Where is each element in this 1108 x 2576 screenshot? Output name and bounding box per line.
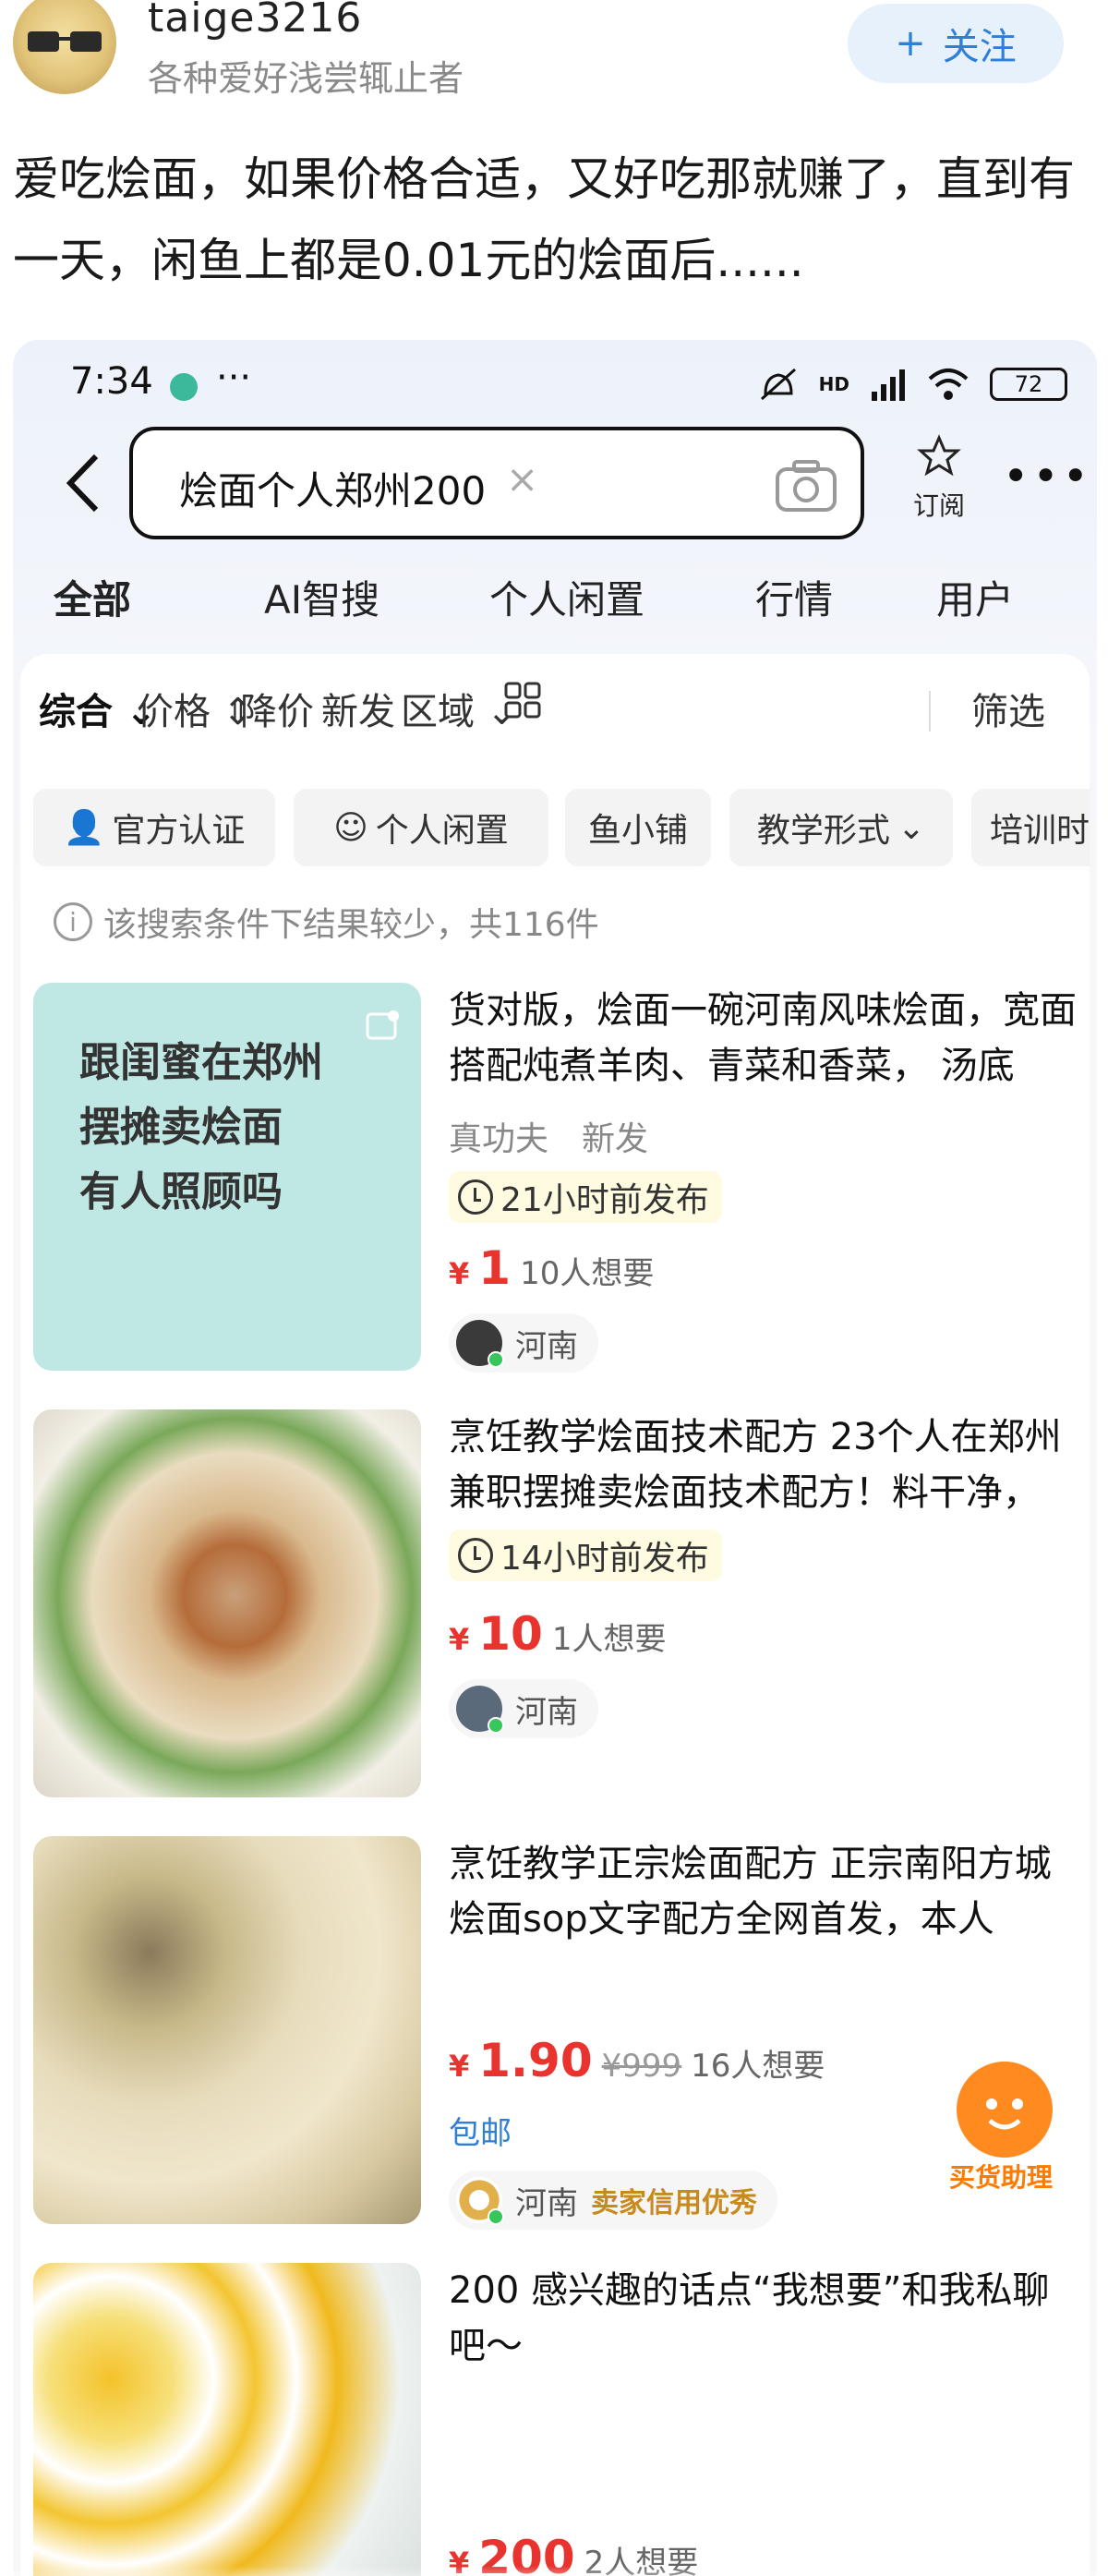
follow-button[interactable]: + 关注	[848, 4, 1064, 83]
wifi-icon	[928, 369, 969, 400]
status-more: ···	[216, 357, 252, 399]
thumb-caption: 跟闺蜜在郑州 摆摊卖烩面 有人照顾吗	[79, 1039, 323, 1215]
time-badge: 14小时前发布	[449, 1530, 722, 1581]
avatar[interactable]	[13, 0, 116, 94]
tab-bar: 全部 AI智搜 个人闲置 行情 用户	[13, 560, 1097, 643]
price-row: ¥10 1人想要	[449, 1607, 667, 1661]
mute-icon	[760, 368, 796, 401]
subscribe-button[interactable]: 订阅	[897, 434, 981, 523]
item-title: 货对版，烩面一碗河南风味烩面，宽面搭配炖煮羊肉、青菜和香菜， 汤底	[449, 989, 1077, 1087]
clear-icon[interactable]: ×	[506, 456, 538, 502]
status-icons: HD 72	[758, 366, 1067, 403]
price-row: ¥1.90 ¥999 16人想要	[449, 2034, 825, 2087]
seller-avatar	[456, 2177, 504, 2225]
results-panel: 综合 ⌄ 价格 ⇕ 降价 新发 区域 ⌄ 筛选 👤 官方认证 ☺ 个人闲置 鱼小铺 …	[20, 654, 1090, 2576]
sort-price-drop[interactable]: 降价	[240, 682, 314, 735]
signal-icon	[872, 369, 905, 401]
item-price: 1.90	[478, 2034, 593, 2087]
tab-users[interactable]: 用户	[936, 569, 1014, 625]
clock-icon	[458, 1179, 493, 1215]
assistant-face-icon	[957, 2062, 1053, 2158]
time-badge: 21小时前发布	[449, 1171, 722, 1223]
seller-badge[interactable]: 河南 卖家信用优秀	[449, 2171, 777, 2230]
grid-view-icon[interactable]	[504, 682, 541, 728]
chip-teaching[interactable]: 教学形式 ⌄	[729, 789, 953, 866]
star-pin-icon	[917, 434, 961, 477]
bottom-fade	[13, 2566, 1097, 2576]
chip-shop[interactable]: 鱼小铺	[565, 789, 711, 866]
item-thumbnail[interactable]: 跟闺蜜在郑州 摆摊卖烩面 有人照顾吗	[33, 983, 421, 1371]
info-icon: i	[54, 902, 92, 941]
network-label: HD	[818, 373, 849, 395]
assistant-label: 买货助理	[948, 2162, 1053, 2193]
person-outline-icon: ☺	[333, 808, 368, 847]
sort-new[interactable]: 新发	[321, 682, 395, 735]
seller-badge[interactable]: 河南	[449, 1313, 598, 1373]
item-title: 烹饪教学烩面技术配方 23个人在郑州兼职摆摊卖烩面技术配方！料干净，	[449, 1416, 1062, 1514]
result-notice: i 该搜索条件下结果较少，共116件	[54, 898, 599, 946]
free-shipping-label: 包邮	[449, 2115, 512, 2152]
tab-all[interactable]: 全部	[51, 569, 134, 625]
tab-ai-search[interactable]: AI智搜	[264, 569, 379, 625]
filter-button[interactable]: 筛选	[971, 682, 1045, 735]
item-thumbnail[interactable]	[33, 1836, 421, 2224]
glasses-icon	[28, 31, 102, 52]
phone-screenshot: 7:34 ··· HD 72 烩面个人郑州200 × 订阅 ••• 全部 AI智…	[13, 340, 1097, 2576]
chip-personal[interactable]: ☺ 个人闲置	[294, 789, 548, 866]
tab-personal-idle[interactable]: 个人闲置	[489, 569, 644, 625]
chevron-down-icon: ⌄	[897, 808, 926, 847]
camera-icon[interactable]	[774, 458, 838, 514]
shopping-assistant-button[interactable]: 买货助理	[936, 2062, 1066, 2200]
seller-badge[interactable]: 河南	[449, 1679, 598, 1738]
tab-market[interactable]: 行情	[755, 569, 833, 625]
want-count: 10人想要	[520, 1255, 655, 1292]
subscribe-label: 订阅	[912, 490, 965, 521]
post-text: 爱吃烩面，如果价格合适，又好吃那就赚了，直到有一天，闲鱼上都是0.01元的烩面后…	[13, 152, 1075, 287]
original-price: ¥999	[601, 2048, 682, 2085]
plus-icon: +	[895, 22, 926, 65]
item-tags: 真功夫 新发	[449, 1120, 649, 1158]
item-price: 10	[478, 1607, 543, 1661]
credit-badge: 卖家信用优秀	[591, 2187, 757, 2219]
item-title: 200 感兴趣的话点“我想要”和我私聊吧～	[449, 2269, 1050, 2367]
search-query: 烩面个人郑州200	[179, 468, 487, 514]
app-notification-icon	[170, 373, 198, 401]
item-title: 烹饪教学正宗烩面配方 正宗南阳方城烩面sop文字配方全网首发，本人	[449, 1843, 1052, 1941]
battery-icon: 72	[990, 368, 1067, 401]
username[interactable]: taige3216	[148, 0, 362, 42]
seller-avatar	[456, 1320, 504, 1368]
status-time: 7:34	[70, 360, 153, 403]
divider	[929, 691, 931, 732]
seller-avatar	[456, 1686, 504, 1734]
clock-icon	[458, 1538, 493, 1573]
follow-label: 关注	[942, 26, 1017, 68]
back-icon[interactable]	[61, 451, 105, 515]
search-input[interactable]: 烩面个人郑州200 ×	[129, 427, 864, 539]
item-price: 1	[478, 1241, 512, 1295]
sort-bar: 综合 ⌄ 价格 ⇕ 降价 新发 区域 ⌄ 筛选	[20, 654, 1090, 765]
image-icon	[366, 1010, 399, 1040]
chip-official[interactable]: 👤 官方认证	[33, 789, 275, 866]
want-count: 16人想要	[691, 2048, 825, 2085]
sort-region[interactable]: 区域 ⌄	[401, 682, 517, 735]
item-thumbnail[interactable]	[33, 1409, 421, 1797]
chip-training[interactable]: 培训时	[971, 789, 1090, 866]
user-signature: 各种爱好浅尝辄止者	[148, 58, 464, 99]
item-thumbnail[interactable]	[33, 2263, 421, 2576]
price-row: ¥1 10人想要	[449, 1241, 655, 1295]
verified-user-icon: 👤	[63, 809, 105, 847]
want-count: 1人想要	[551, 1621, 667, 1658]
more-icon[interactable]: •••	[1003, 451, 1092, 502]
sort-price[interactable]: 价格 ⇕	[137, 682, 253, 735]
